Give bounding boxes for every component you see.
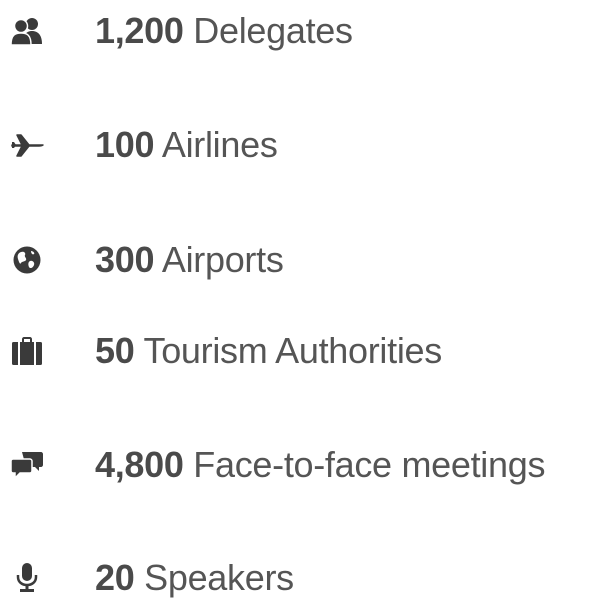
stat-number: 300 <box>95 239 155 280</box>
chat-bubbles-icon <box>10 448 44 482</box>
stat-number: 100 <box>95 124 155 165</box>
stat-text: 1,200 Delegates <box>95 13 353 49</box>
stat-item-tourism-authorities: 50 Tourism Authorities <box>0 326 607 376</box>
stat-text: 300 Airports <box>95 242 284 278</box>
stat-label: Speakers <box>144 557 294 598</box>
airplane-icon <box>10 128 44 162</box>
stat-item-delegates: 1,200 Delegates <box>0 6 607 56</box>
stat-label: Delegates <box>193 10 353 51</box>
globe-icon <box>10 243 44 277</box>
stat-label: Face-to-face meetings <box>193 444 546 485</box>
stat-item-face-to-face-meetings: 4,800 Face-to-face meetings <box>0 440 607 490</box>
stat-text: 20 Speakers <box>95 560 294 596</box>
stat-number: 20 <box>95 557 135 598</box>
briefcase-icon <box>10 334 44 368</box>
stat-label: Airlines <box>161 124 278 165</box>
stat-text: 50 Tourism Authorities <box>95 333 442 369</box>
stat-label: Tourism Authorities <box>143 330 443 371</box>
stat-item-airlines: 100 Airlines <box>0 120 607 170</box>
stat-item-airports: 300 Airports <box>0 235 607 285</box>
stat-item-speakers: 20 Speakers <box>0 553 607 603</box>
microphone-icon <box>10 561 44 595</box>
stat-number: 50 <box>95 330 135 371</box>
stat-number: 1,200 <box>95 10 184 51</box>
stat-label: Airports <box>161 239 284 280</box>
stats-list: 1,200 Delegates 100 Airlines 300 Airport… <box>0 0 607 600</box>
stat-number: 4,800 <box>95 444 184 485</box>
users-icon <box>10 14 44 48</box>
stat-text: 4,800 Face-to-face meetings <box>95 447 545 483</box>
stat-text: 100 Airlines <box>95 127 278 163</box>
